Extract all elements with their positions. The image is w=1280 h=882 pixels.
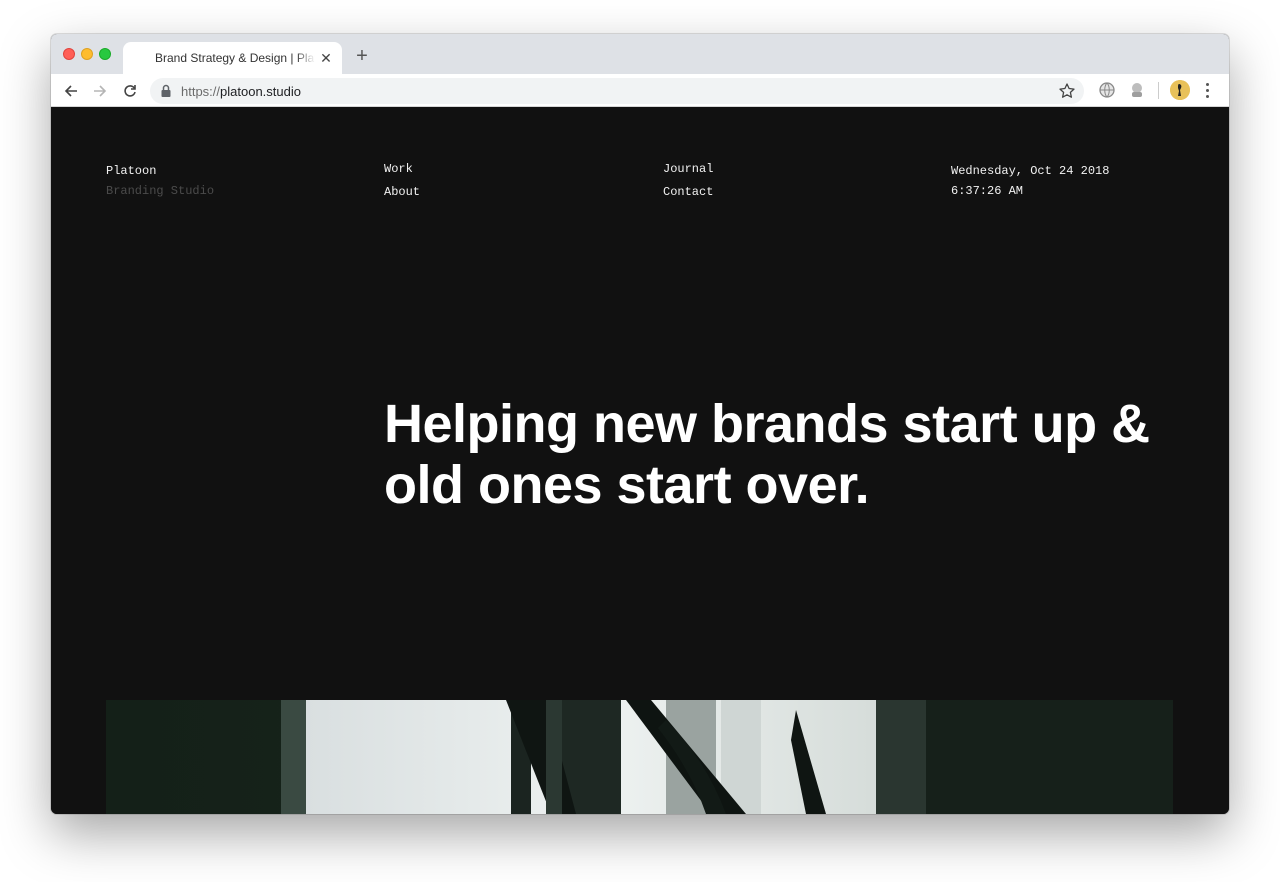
avatar-icon: [1170, 80, 1190, 100]
browser-tab-active[interactable]: Brand Strategy & Design | Platoon ✕: [123, 42, 342, 74]
current-time: 6:37:26 AM: [951, 184, 1024, 198]
plant-window-photo: [106, 700, 1173, 814]
tab-close-icon[interactable]: ✕: [318, 50, 334, 66]
globe-icon[interactable]: [1097, 80, 1117, 100]
extension-icon[interactable]: [1127, 80, 1147, 100]
browser-toolbar: https://platoon.studio: [51, 74, 1229, 107]
hero-line-2: old ones start over.: [384, 455, 870, 515]
nav-link-work[interactable]: Work: [384, 162, 413, 176]
nav-link-journal[interactable]: Journal: [663, 162, 713, 176]
url-host: platoon.studio: [220, 84, 301, 99]
back-button[interactable]: [60, 80, 82, 102]
reload-icon: [124, 85, 136, 97]
hero-image: [106, 700, 1173, 814]
url-protocol: https://: [181, 84, 221, 99]
arrow-left-icon: [64, 85, 77, 97]
browser-window: Brand Strategy & Design | Platoon ✕ +: [51, 34, 1229, 814]
kebab-menu-icon[interactable]: [1199, 80, 1215, 100]
close-window-button[interactable]: [63, 48, 75, 60]
profile-avatar[interactable]: [1170, 80, 1190, 100]
reload-button[interactable]: [119, 80, 141, 102]
maximize-window-button[interactable]: [99, 48, 111, 60]
website-page: Platoon Branding Studio Work About Journ…: [51, 108, 1229, 814]
minimize-window-button[interactable]: [81, 48, 93, 60]
hero-line-1: Helping new brands start up &: [384, 394, 1150, 454]
hero-headline: Helping new brands start up & old ones s…: [384, 394, 1204, 516]
url-text[interactable]: https://platoon.studio: [181, 84, 301, 99]
brand-link[interactable]: Platoon: [106, 164, 156, 178]
address-bar[interactable]: https://platoon.studio: [150, 78, 1084, 104]
star-icon[interactable]: [1058, 82, 1076, 100]
tab-strip: Brand Strategy & Design | Platoon ✕ +: [51, 34, 1229, 74]
new-tab-button[interactable]: +: [351, 46, 373, 68]
brand-tagline: Branding Studio: [106, 184, 215, 198]
current-date: Wednesday, Oct 24 2018: [951, 164, 1110, 178]
tab-title: Brand Strategy & Design | Platoon: [155, 51, 315, 65]
lock-icon: [161, 84, 171, 97]
forward-button[interactable]: [89, 80, 111, 102]
nav-link-about[interactable]: About: [384, 185, 420, 199]
nav-link-contact[interactable]: Contact: [663, 185, 713, 199]
toolbar-separator: [1158, 82, 1159, 99]
arrow-right-icon: [94, 85, 107, 97]
